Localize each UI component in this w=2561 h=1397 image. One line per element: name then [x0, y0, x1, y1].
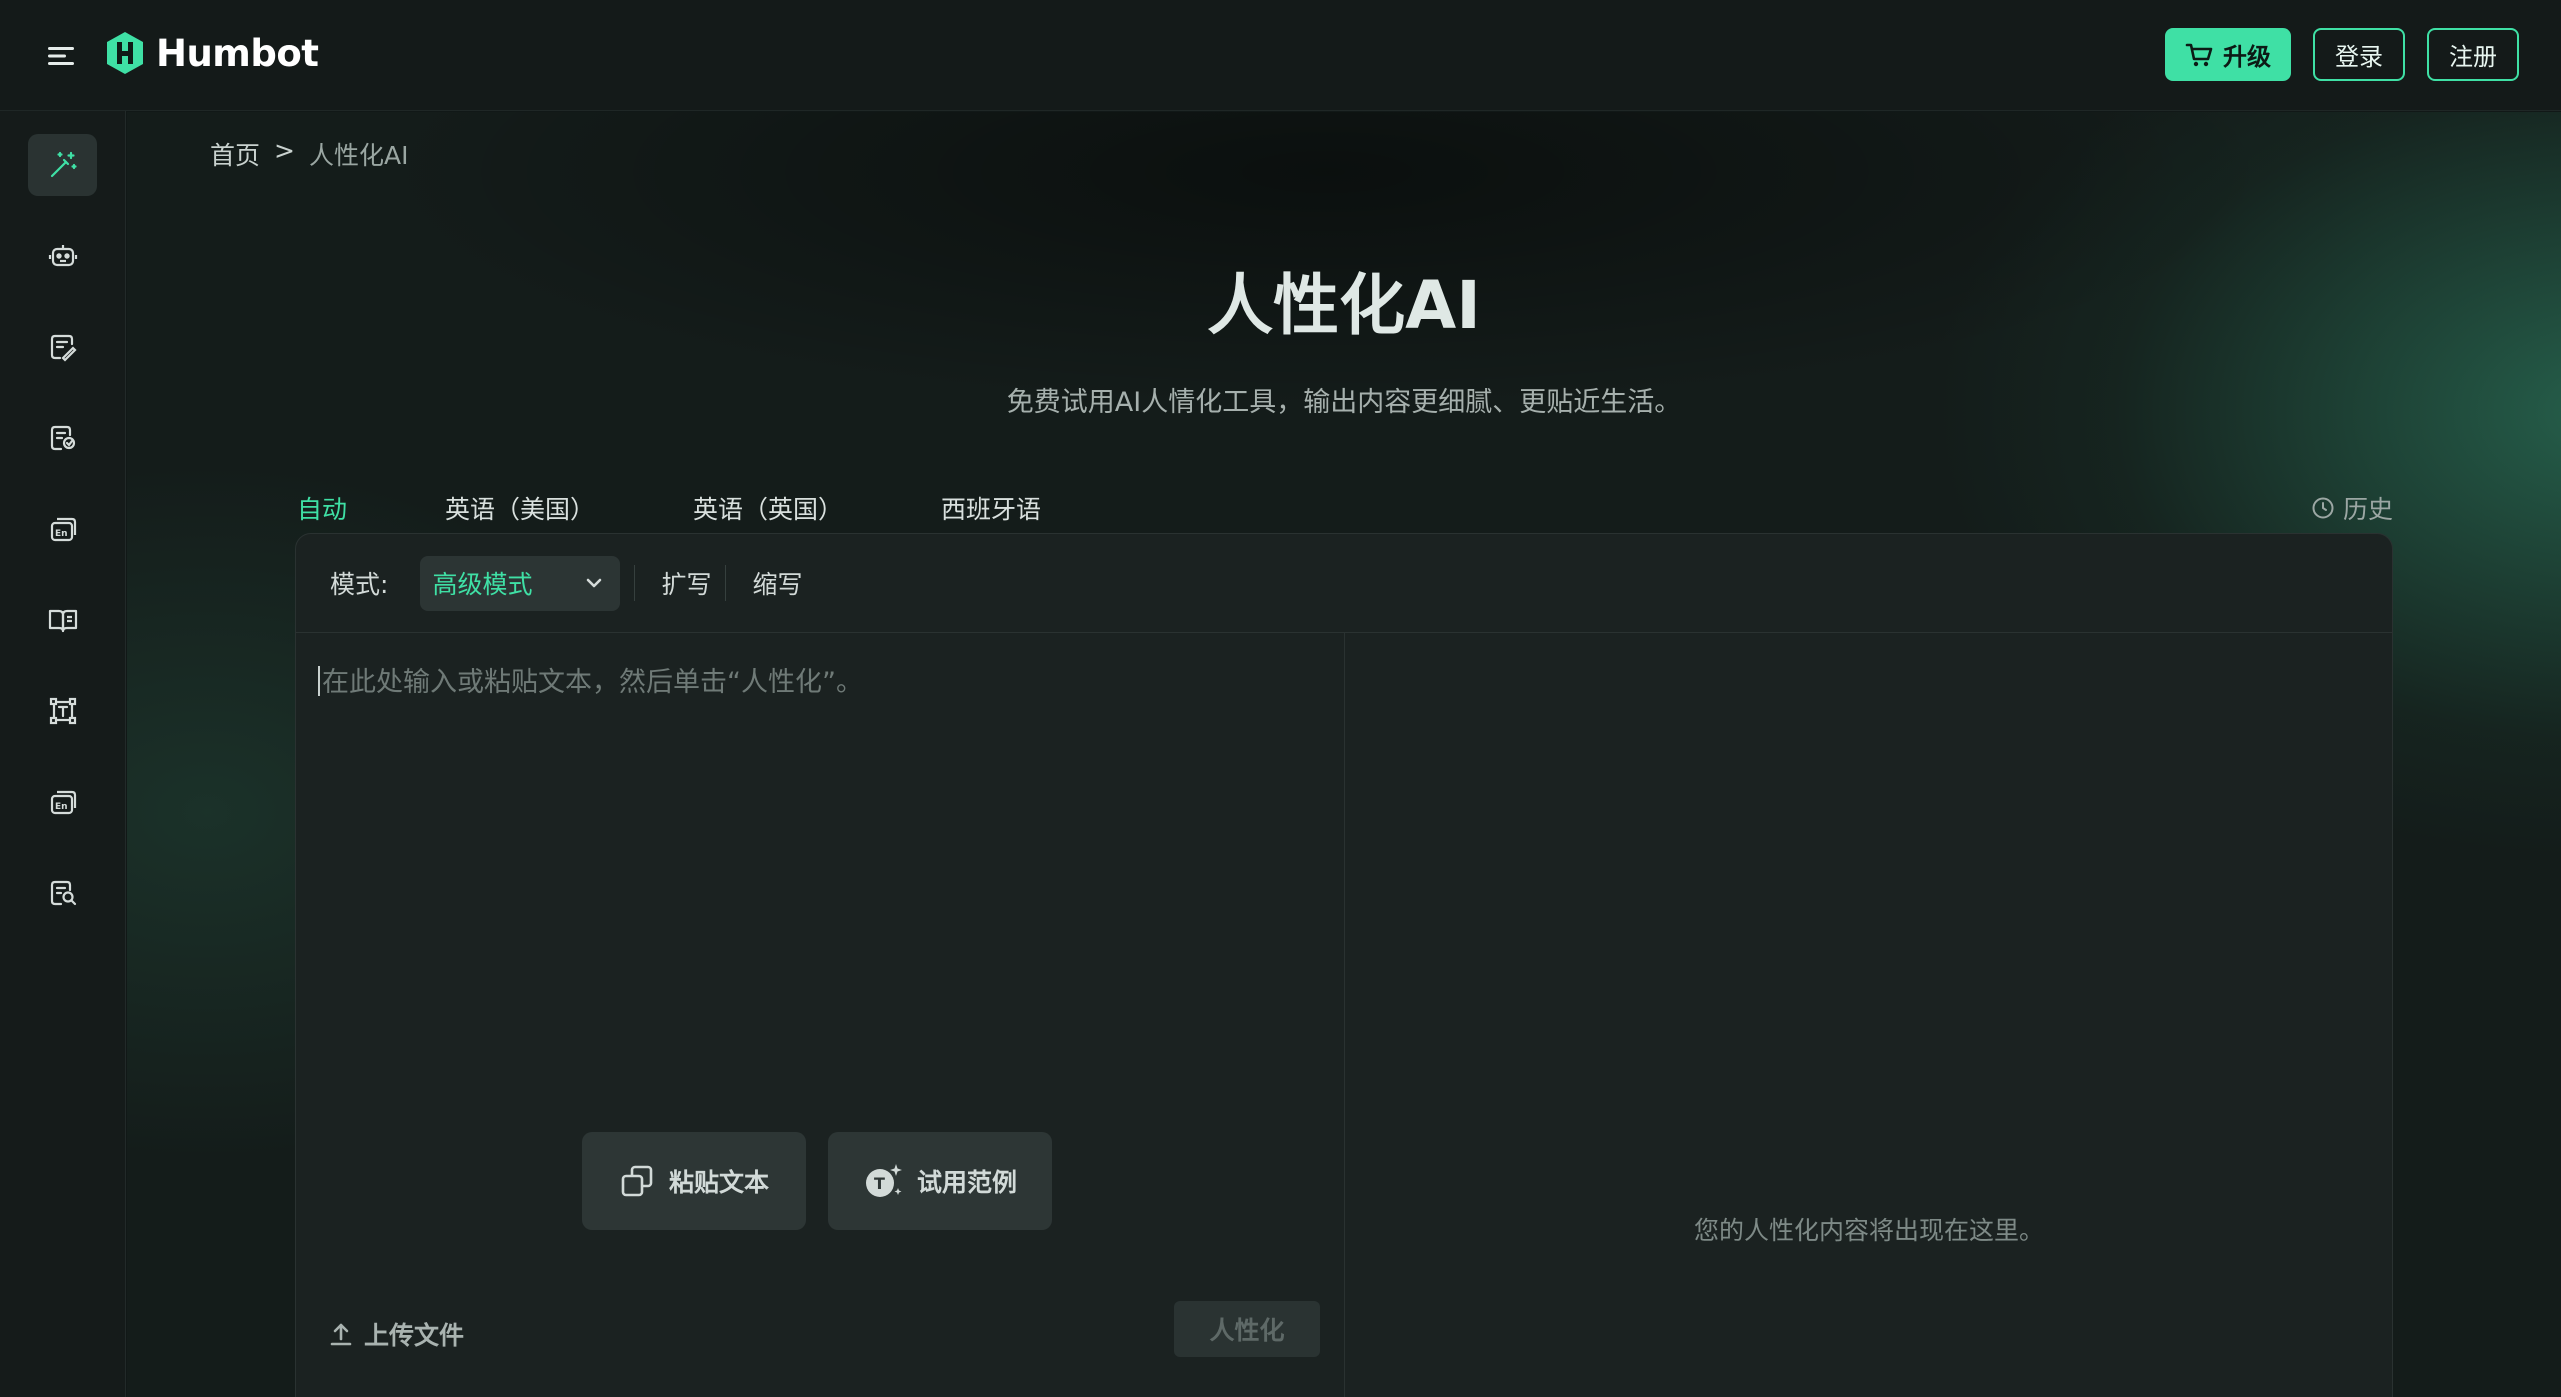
page-subtitle: 免费试用AI人情化工具，输出内容更细腻、更贴近生活。 — [1006, 387, 1682, 418]
chevron-down-icon — [587, 578, 602, 588]
clock-icon — [2312, 497, 2334, 519]
hamburger-menu-icon[interactable] — [44, 38, 80, 74]
logo[interactable]: Humbot — [104, 30, 319, 76]
toolbar-divider — [725, 565, 727, 601]
paste-text-label: 粘贴文本 — [668, 1168, 769, 1197]
page-title: 人性化AI — [1207, 267, 1481, 344]
tab-auto[interactable]: 自动 — [297, 478, 347, 552]
document-edit-icon — [50, 334, 77, 362]
output-placeholder: 您的人性化内容将出现在这里。 — [1693, 1216, 2044, 1245]
tab-spanish[interactable]: 西班牙语 — [941, 478, 1041, 538]
shorten-button[interactable]: 缩写 — [752, 565, 802, 601]
magic-wand-icon — [50, 151, 77, 178]
breadcrumb-current: 人性化AI — [308, 141, 409, 170]
login-button[interactable]: 登录 — [2313, 28, 2405, 81]
document-check-icon — [50, 425, 75, 451]
column-divider — [1344, 633, 1345, 1397]
try-sample-button[interactable]: T 试用范例 — [828, 1132, 1052, 1230]
sidebar-item-text-tools[interactable] — [28, 680, 97, 742]
main-content: 首页 > 人性化AI 人性化AI 免费试用AI人情化工具，输出内容更细腻、更贴近… — [127, 112, 2561, 1397]
upgrade-button[interactable]: 升级 — [2165, 28, 2291, 81]
sidebar-item-reader[interactable] — [28, 589, 97, 651]
cart-icon — [2185, 43, 2213, 66]
history-button[interactable]: 历史 — [2311, 478, 2393, 538]
tab-english-uk[interactable]: 英语（英国） — [693, 478, 843, 538]
breadcrumb-home[interactable]: 首页 — [210, 136, 260, 172]
svg-text:En: En — [55, 529, 68, 539]
humanize-button[interactable]: 人性化 — [1174, 1301, 1320, 1357]
svg-text:En: En — [55, 802, 68, 812]
sidebar-item-search-doc[interactable] — [28, 862, 97, 924]
paste-text-button[interactable]: 粘贴文本 — [582, 1132, 806, 1230]
sidebar-item-ai-chat[interactable] — [28, 225, 97, 287]
sidebar-item-rewriter[interactable] — [28, 316, 97, 378]
mode-select[interactable]: 高级模式 — [420, 555, 621, 611]
sidebar-item-translator[interactable]: En — [28, 498, 97, 560]
history-label: 历史 — [2342, 495, 2393, 524]
brand-name: Humbot — [156, 31, 319, 75]
translate-en-icon: En — [50, 790, 76, 815]
translate-en-icon: En — [50, 517, 76, 542]
breadcrumb: 首页 > 人性化AI — [210, 136, 408, 172]
humbot-logo-icon — [107, 32, 143, 74]
register-button[interactable]: 注册 — [2427, 28, 2519, 81]
mode-select-value: 高级模式 — [432, 570, 533, 599]
tab-english-us[interactable]: 英语（美国） — [445, 478, 595, 538]
svg-text:T: T — [874, 1174, 885, 1193]
sidebar-item-translator-2[interactable]: En — [28, 771, 97, 833]
upload-file-button[interactable]: 上传文件 — [328, 1316, 464, 1352]
robot-icon — [48, 245, 77, 267]
sidebar: En En — [0, 111, 126, 1397]
copy-icon — [621, 1165, 653, 1197]
sidebar-item-humanizer[interactable] — [28, 134, 97, 196]
upload-file-label: 上传文件 — [364, 1321, 465, 1350]
breadcrumb-separator: > — [274, 136, 295, 165]
language-tabs: 自动 英语（美国） 英语（英国） 西班牙语 — [297, 478, 1139, 552]
toolbar-divider — [634, 565, 636, 601]
expand-button[interactable]: 扩写 — [661, 565, 711, 601]
editor-toolbar: 模式: 高级模式 扩写 缩写 — [296, 534, 2392, 633]
sidebar-item-detector[interactable] — [28, 407, 97, 469]
top-bar: Humbot 升级 登录 注册 — [0, 0, 2561, 111]
text-frame-icon — [49, 697, 76, 725]
editor-panel: 模式: 高级模式 扩写 缩写 在此处输入或粘贴文本，然后单击“人性化”。 粘贴文… — [295, 533, 2393, 1397]
text-input-placeholder: 在此处输入或粘贴文本，然后单击“人性化”。 — [322, 667, 863, 698]
upload-icon — [330, 1323, 352, 1346]
try-sample-label: 试用范例 — [916, 1168, 1017, 1197]
sparkle-text-icon: T — [865, 1164, 902, 1197]
text-caret — [318, 666, 320, 696]
input-quick-actions: 粘贴文本 T 试用范例 — [582, 1132, 1052, 1230]
mode-label: 模式: — [330, 570, 389, 599]
header-actions: 升级 登录 注册 — [2165, 28, 2519, 81]
document-search-icon — [50, 880, 76, 906]
upgrade-label: 升级 — [2223, 43, 2271, 71]
book-icon — [48, 609, 77, 633]
